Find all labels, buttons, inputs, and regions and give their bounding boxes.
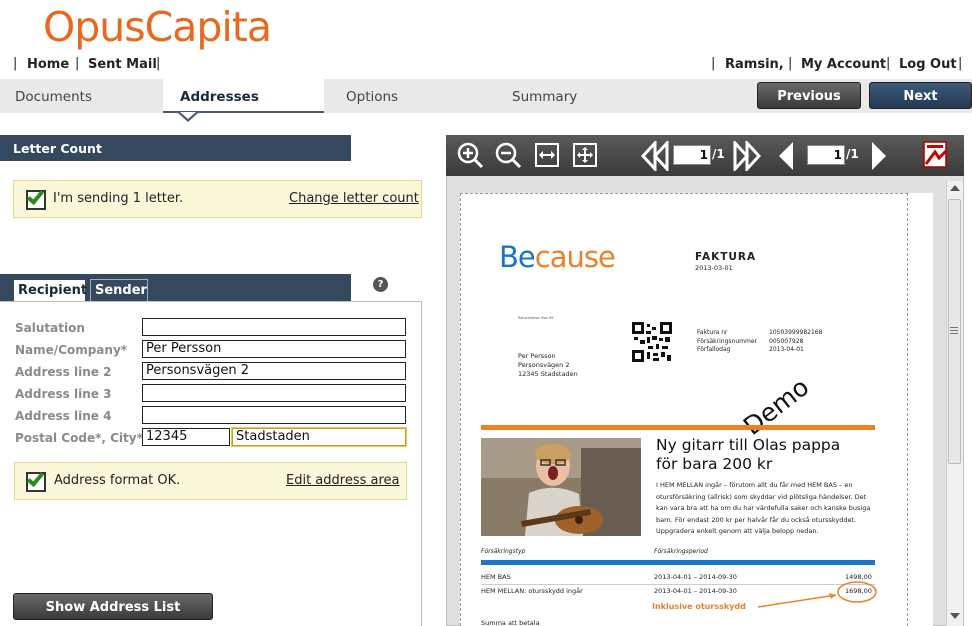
table-header-period: Försäkringsperiod <box>654 548 708 555</box>
qr-code-icon <box>632 322 672 362</box>
opuscapita-logo: OpusCapita <box>43 3 272 51</box>
scroll-up-arrow-icon[interactable] <box>950 185 960 191</box>
step-summary[interactable]: Summary <box>512 79 577 113</box>
previous-button[interactable]: Previous <box>757 82 861 109</box>
nav-log-out-link[interactable]: Log Out <box>899 57 957 72</box>
fit-page-icon[interactable] <box>573 143 597 167</box>
page-total: /1 <box>712 147 725 161</box>
next-page-icon[interactable] <box>869 141 889 171</box>
tab-sender[interactable]: Sender <box>90 279 148 302</box>
page-number-input[interactable]: 1 <box>807 145 845 165</box>
table-header-type: Försäkringstyp <box>481 548 526 555</box>
address-line-2-label: Address line 2 <box>15 365 112 379</box>
salutation-label: Salutation <box>15 321 85 335</box>
row-type: HEM BAS <box>481 573 511 581</box>
step-documents[interactable]: Documents <box>15 79 92 113</box>
prev-page-icon[interactable] <box>777 141 797 171</box>
return-address: Returadress: Box 99 <box>518 316 554 320</box>
step-addresses[interactable]: Addresses <box>163 79 324 113</box>
postal-city-label: Postal Code*, City* <box>15 431 143 445</box>
recipient-line: Personsvägen 2 <box>518 361 570 369</box>
row-period: 2013-04-01 – 2014-09-30 <box>654 573 737 581</box>
meta-label: Faktura nr <box>697 329 728 336</box>
scroll-down-arrow-icon[interactable] <box>950 613 960 619</box>
callout-highlight <box>757 581 877 608</box>
address-line-2-input[interactable]: Personsvägen 2 <box>142 362 406 380</box>
postal-code-input[interactable]: 12345 <box>142 428 230 446</box>
footer-partial: Summa att betala <box>481 619 540 626</box>
blue-divider <box>481 560 875 565</box>
nav-my-account-link[interactable]: My Account <box>801 57 886 72</box>
meta-label: Förfallodag <box>697 346 731 353</box>
scrollbar-grip-line <box>950 330 958 331</box>
top-nav: | Home | Sent Mail | | Ramsin, | My Acco… <box>0 53 972 75</box>
nav-separator: | <box>886 56 891 71</box>
promo-body: I HEM MELLAN ingår – förutom allt du får… <box>656 481 871 535</box>
invoice-meta-labels: Faktura nr Försäkringsnummer Förfallodag <box>697 329 757 355</box>
recipient-line: Per Persson <box>518 352 556 360</box>
nav-home-link[interactable]: Home <box>27 57 69 72</box>
invoice-meta-values: 10503999982168 005007928 2013-04-01 <box>769 329 822 355</box>
change-letter-count-link[interactable]: Change letter count <box>289 191 419 206</box>
row-type: HEM MELLAN: otursskydd ingår <box>481 587 583 595</box>
salutation-input[interactable] <box>142 318 406 336</box>
orange-divider <box>481 425 875 430</box>
fit-width-icon[interactable] <box>535 143 559 167</box>
meta-value: 10503999982168 <box>769 329 823 336</box>
meta-value: 005007928 <box>769 337 804 345</box>
address-line-3-label: Address line 3 <box>15 387 112 401</box>
because-logo: Because <box>499 240 616 274</box>
nav-separator: | <box>711 56 716 71</box>
form-right-border <box>421 301 422 626</box>
name-company-input[interactable]: Per Persson <box>142 340 406 358</box>
tab-recipient[interactable]: Recipient <box>13 279 87 302</box>
recipient-address-block: Per Persson Personsvägen 2 12345 Stadsta… <box>518 352 578 379</box>
name-company-label: Name/Company* <box>15 343 128 357</box>
checkmark-icon <box>26 186 46 210</box>
address-line-3-input[interactable] <box>142 384 406 402</box>
form-top-border <box>0 301 422 302</box>
promo-headline: Ny gitarr till Olas pappa för bara 200 k… <box>656 436 841 473</box>
nav-separator: | <box>958 56 963 71</box>
doc-type: FAKTURA <box>695 251 757 263</box>
address-line-4-input[interactable] <box>142 406 406 424</box>
help-icon[interactable]: ? <box>373 277 388 292</box>
last-page-icon[interactable] <box>733 141 761 171</box>
active-step-pointer-inner <box>180 112 196 119</box>
pdf-icon[interactable] <box>921 140 951 170</box>
nav-separator: | <box>156 56 161 71</box>
edit-address-area-link[interactable]: Edit address area <box>286 473 400 488</box>
zoom-out-icon[interactable] <box>494 141 522 169</box>
doc-date: 2013-03-01 <box>695 264 733 272</box>
recipient-line: 12345 Stadstaden <box>518 370 578 378</box>
next-button[interactable]: Next <box>869 82 972 109</box>
letter-count-message: I'm sending 1 letter. <box>53 191 184 206</box>
address-format-message: Address format OK. <box>54 473 181 488</box>
boy-with-guitar-image <box>481 438 641 536</box>
letter-count-heading: Letter Count <box>0 135 351 161</box>
nav-separator: | <box>13 56 18 71</box>
checkmark-icon <box>26 468 46 492</box>
letter-count-notice: I'm sending 1 letter. Change letter coun… <box>13 180 422 218</box>
callout-text: Inklusive otursskydd <box>652 602 746 611</box>
show-address-list-button[interactable]: Show Address List <box>13 593 213 620</box>
nav-user-name: Ramsin, <box>725 57 784 72</box>
row-period: 2013-04-01 – 2014-09-30 <box>654 587 737 595</box>
zoom-in-icon[interactable] <box>456 141 484 169</box>
page-number-input[interactable]: 1 <box>673 145 711 165</box>
meta-value: 2013-04-01 <box>769 346 804 353</box>
meta-label: Försäkringsnummer <box>697 337 757 345</box>
address-format-notice: Address format OK. Edit address area <box>14 462 407 500</box>
nav-sent-mail-link[interactable]: Sent Mail <box>88 57 157 72</box>
nav-separator: | <box>788 56 793 71</box>
nav-separator: | <box>75 56 80 71</box>
step-options[interactable]: Options <box>346 79 398 113</box>
address-line-4-label: Address line 4 <box>15 409 112 423</box>
page-total: /1 <box>846 147 859 161</box>
city-input[interactable]: Stadstaden <box>232 428 406 446</box>
first-page-icon[interactable] <box>641 141 669 171</box>
